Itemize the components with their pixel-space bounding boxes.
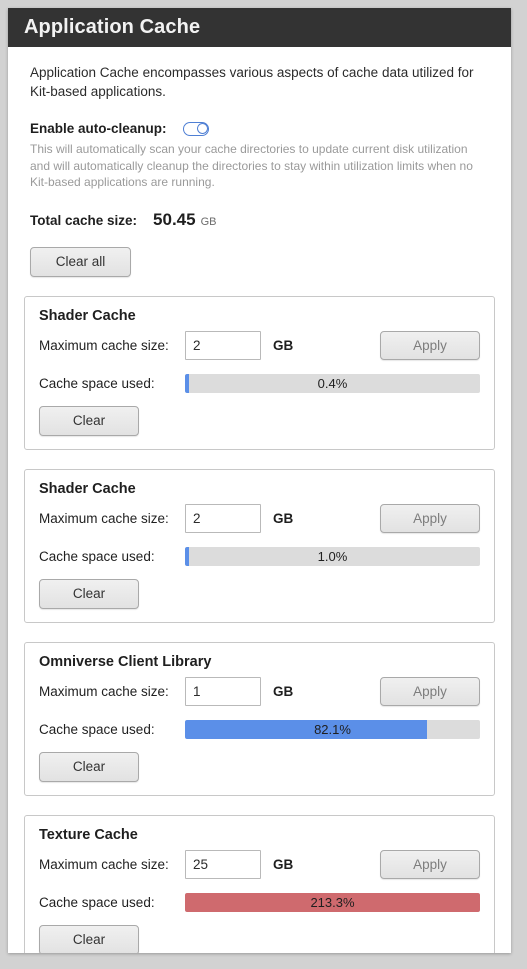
- auto-cleanup-row: Enable auto-cleanup:: [30, 121, 495, 136]
- max-cache-size-label: Maximum cache size:: [39, 683, 169, 699]
- cache-usage-percent-text: 1.0%: [317, 548, 348, 564]
- max-cache-size-input[interactable]: [185, 503, 261, 533]
- max-cache-size-row: Maximum cache size: GB Apply: [39, 849, 480, 879]
- cache-usage-progressbar: 213.3%: [185, 892, 480, 912]
- cache-space-used-label: Cache space used:: [39, 721, 155, 737]
- cache-space-used-label: Cache space used:: [39, 548, 155, 564]
- cache-usage-percent-text: 0.4%: [317, 375, 348, 391]
- max-cache-size-unit: GB: [273, 337, 294, 353]
- max-cache-size-unit: GB: [273, 683, 294, 699]
- apply-button[interactable]: Apply: [380, 503, 480, 533]
- auto-cleanup-label: Enable auto-cleanup:: [30, 121, 167, 137]
- apply-button[interactable]: Apply: [380, 330, 480, 360]
- cache-groups-list: Shader Cache Maximum cache size: GB Apply Ca…: [24, 295, 495, 953]
- apply-button[interactable]: Apply: [380, 676, 480, 706]
- cache-space-used-row: Cache space used: 213.3%: [39, 892, 480, 912]
- cache-usage-progressbar: 82.1%: [185, 719, 480, 739]
- apply-button[interactable]: Apply: [380, 849, 480, 879]
- clear-button[interactable]: Clear: [39, 751, 139, 782]
- application-cache-window: Application Cache Application Cache enco…: [8, 8, 511, 953]
- total-cache-size-unit: GB: [200, 215, 217, 228]
- clear-button[interactable]: Clear: [39, 578, 139, 609]
- max-cache-size-row: Maximum cache size: GB Apply: [39, 330, 480, 360]
- max-cache-size-input[interactable]: [185, 676, 261, 706]
- clear-button[interactable]: Clear: [39, 405, 139, 436]
- clear-all-button[interactable]: Clear all: [30, 246, 131, 277]
- intro-description: Application Cache encompasses various as…: [30, 65, 474, 100]
- cache-space-used-row: Cache space used: 82.1%: [39, 719, 480, 739]
- cache-group-panel: Omniverse Client Library Maximum cache si…: [24, 641, 495, 796]
- cache-usage-percent-text: 213.3%: [310, 894, 355, 910]
- max-cache-size-row: Maximum cache size: GB Apply: [39, 503, 480, 533]
- cache-group-title: Shader Cache: [39, 307, 136, 324]
- window-titlebar: Application Cache: [8, 8, 511, 47]
- max-cache-size-unit: GB: [273, 510, 294, 526]
- cache-group-title: Shader Cache: [39, 480, 136, 497]
- cache-space-used-label: Cache space used:: [39, 375, 155, 391]
- auto-cleanup-description: This will automatically scan your cache …: [30, 142, 473, 190]
- cache-group-title: Omniverse Client Library: [39, 653, 212, 670]
- cache-space-used-row: Cache space used: 0.4%: [39, 373, 480, 393]
- toggle-knob-icon: [196, 122, 208, 134]
- clear-button[interactable]: Clear: [39, 924, 139, 953]
- max-cache-size-unit: GB: [273, 856, 294, 872]
- max-cache-size-label: Maximum cache size:: [39, 337, 169, 353]
- page-title: Application Cache: [24, 16, 201, 38]
- cache-group-title: Texture Cache: [39, 826, 138, 843]
- total-cache-size-label: Total cache size:: [30, 212, 138, 228]
- max-cache-size-row: Maximum cache size: GB Apply: [39, 676, 480, 706]
- auto-cleanup-toggle[interactable]: [182, 121, 209, 136]
- total-cache-size-value: 50.45: [153, 209, 196, 229]
- total-cache-size-row: Total cache size: 50.45 GB: [30, 210, 495, 230]
- cache-group-panel: Shader Cache Maximum cache size: GB Apply Ca…: [24, 295, 495, 450]
- window-content: Application Cache encompasses various as…: [8, 63, 511, 953]
- cache-usage-progressbar: 1.0%: [185, 546, 480, 566]
- max-cache-size-label: Maximum cache size:: [39, 856, 169, 872]
- cache-usage-progressbar: 0.4%: [185, 373, 480, 393]
- max-cache-size-label: Maximum cache size:: [39, 510, 169, 526]
- cache-space-used-label: Cache space used:: [39, 894, 155, 910]
- cache-space-used-row: Cache space used: 1.0%: [39, 546, 480, 566]
- cache-group-panel: Texture Cache Maximum cache size: GB Apply C…: [24, 814, 495, 953]
- max-cache-size-input[interactable]: [185, 330, 261, 360]
- max-cache-size-input[interactable]: [185, 849, 261, 879]
- cache-usage-percent-text: 82.1%: [314, 721, 351, 737]
- cache-group-panel: Shader Cache Maximum cache size: GB Apply Ca…: [24, 468, 495, 623]
